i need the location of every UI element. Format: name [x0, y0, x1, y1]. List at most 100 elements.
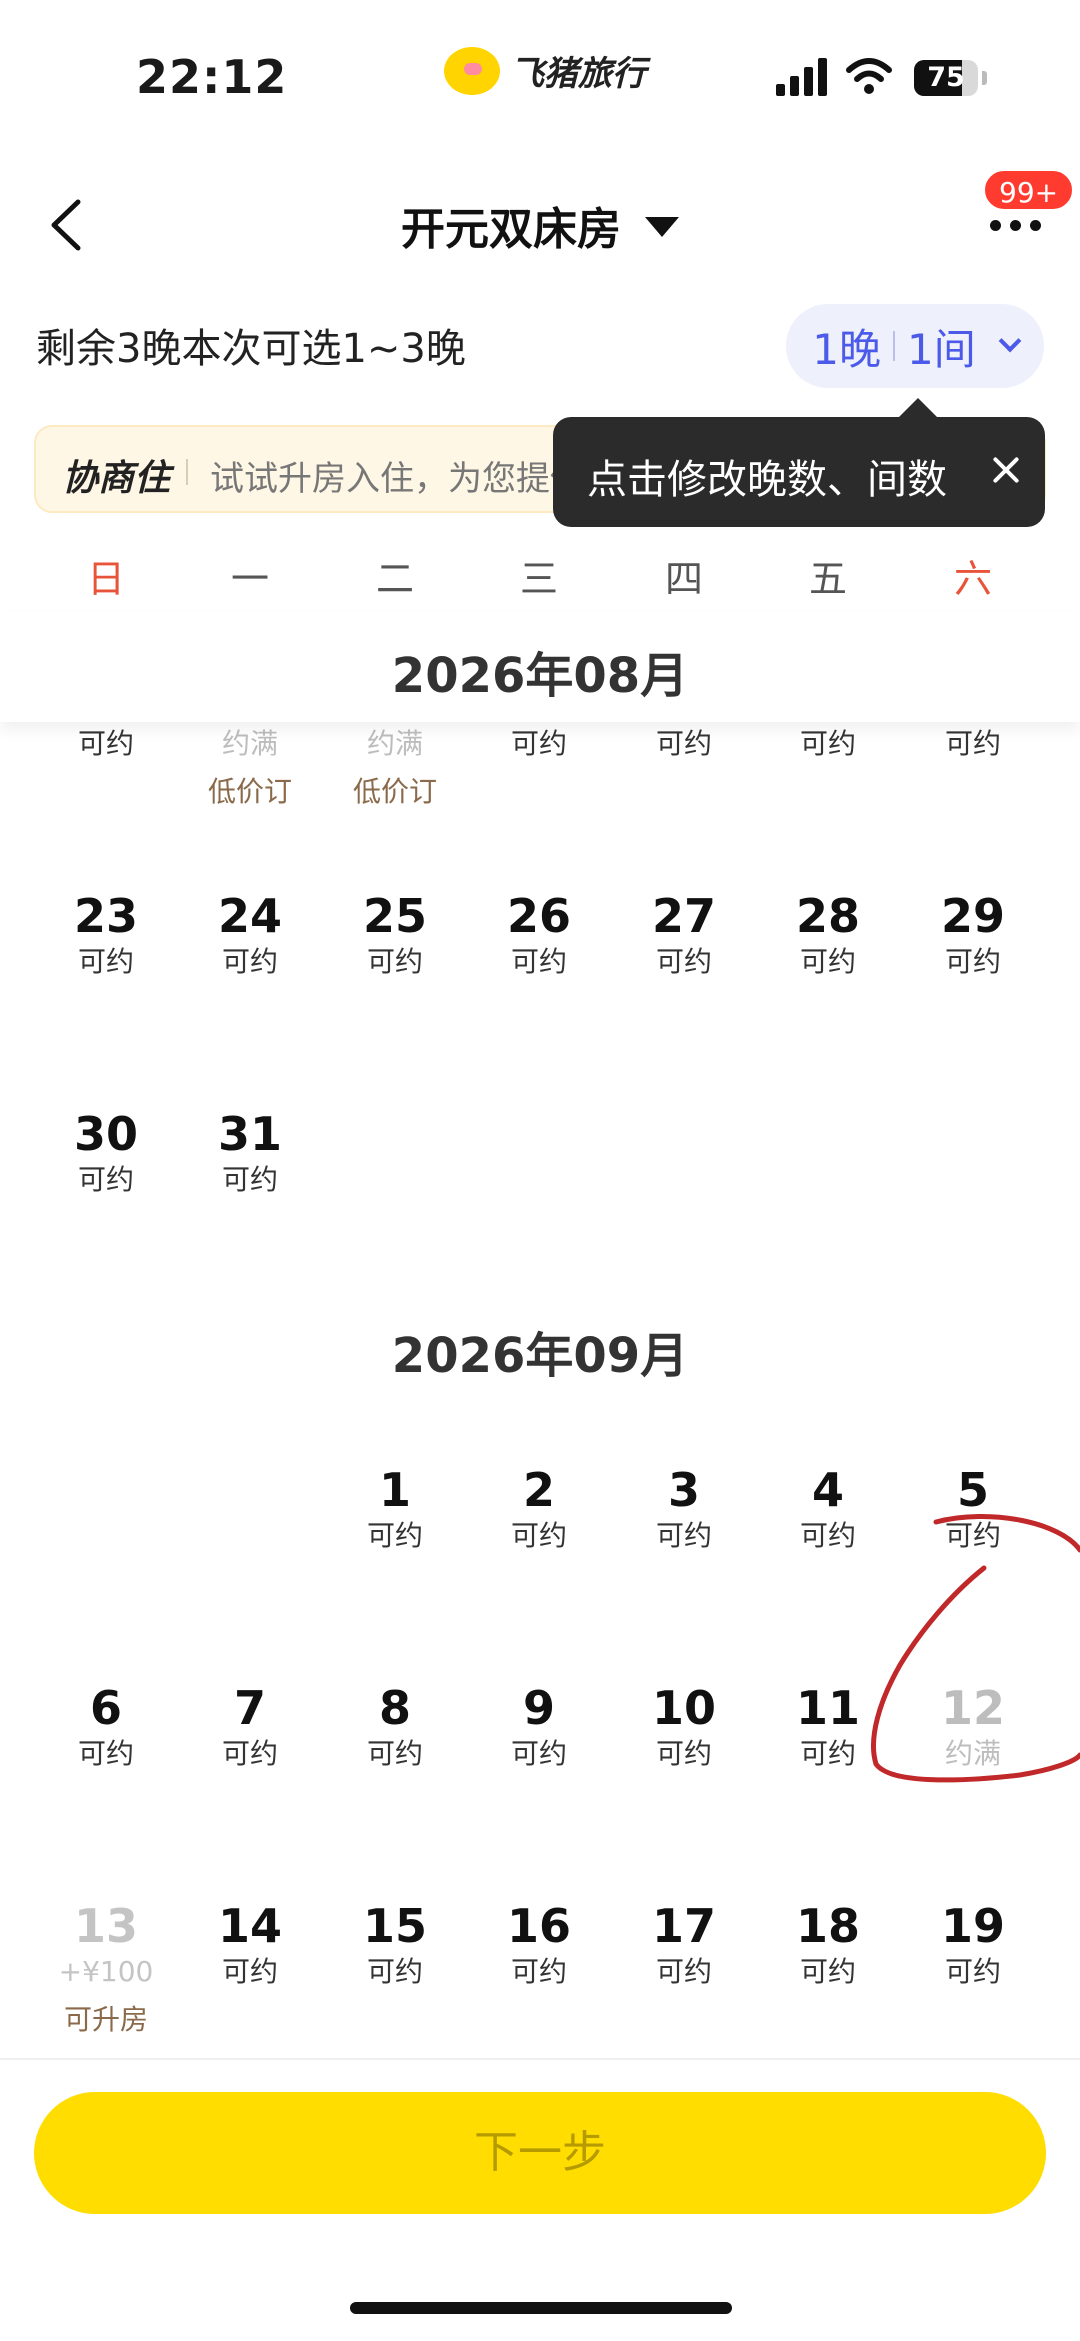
calendar-day[interactable]: 可约: [612, 726, 756, 762]
calendar-day[interactable]: 2 可约: [467, 1462, 611, 1554]
weekday-label: 日: [86, 557, 125, 601]
calendar-day[interactable]: 6 可约: [34, 1680, 178, 1772]
day-status: 可约: [221, 1955, 278, 1988]
weekday-label: 二: [375, 557, 414, 601]
day-status: 可约: [221, 945, 278, 978]
day-status: 约满: [221, 727, 278, 760]
more-dot-icon: [989, 219, 1001, 231]
calendar-day[interactable]: 5 可约: [901, 1462, 1045, 1554]
day-status: 可约: [221, 1737, 278, 1770]
day-number: 13: [73, 1899, 138, 1953]
day-status: 约满: [366, 727, 423, 760]
day-number: 15: [362, 1899, 427, 1953]
calendar-day[interactable]: 可约: [34, 726, 178, 762]
calendar-day[interactable]: 14 可约: [178, 1898, 322, 1990]
weekday-label: 三: [519, 557, 558, 601]
day-status: 可约: [944, 727, 1001, 760]
day-status: 可约: [221, 1163, 278, 1196]
calendar-day[interactable]: 可约: [467, 726, 611, 762]
day-status: 可约: [799, 1737, 856, 1770]
day-status: 可约: [510, 727, 567, 760]
calendar-day[interactable]: 可约: [901, 726, 1045, 762]
next-step-button[interactable]: 下一步: [34, 2092, 1046, 2214]
app-brand: 飞猪旅行: [444, 46, 646, 95]
calendar-day[interactable]: 17 可约: [612, 1898, 756, 1990]
day-status: 可约: [366, 1519, 423, 1552]
calendar-day[interactable]: 24 可约: [178, 888, 322, 980]
caret-down-icon[interactable]: [645, 217, 679, 237]
day-tag: 低价订: [207, 775, 292, 808]
day-status: 可约: [77, 1163, 134, 1196]
day-number: 14: [217, 1899, 282, 1953]
day-number: 12: [940, 1681, 1005, 1735]
day-status: 可约: [944, 945, 1001, 978]
calendar-day[interactable]: 可约: [756, 726, 900, 762]
month-title: 2026年09月: [391, 1328, 689, 1384]
day-status: 可约: [366, 945, 423, 978]
calendar-day[interactable]: 23 可约: [34, 888, 178, 980]
app-brand-name: 飞猪旅行: [510, 54, 646, 94]
weekday-header: 日一二三四五六: [0, 548, 1080, 608]
notification-badge: 99+: [982, 168, 1076, 212]
calendar-day[interactable]: 25 可约: [323, 888, 467, 980]
day-number: 23: [73, 889, 138, 943]
calendar-day[interactable]: 3 可约: [612, 1462, 756, 1554]
calendar-day[interactable]: 8 可约: [323, 1680, 467, 1772]
day-number: 19: [940, 1899, 1005, 1953]
day-number: 11: [795, 1681, 860, 1735]
day-status: 可约: [510, 1955, 567, 1988]
rooms-label: 1间: [907, 324, 976, 374]
day-status: 可约: [655, 1519, 712, 1552]
hint-tooltip: 点击修改晚数、间数: [553, 417, 1045, 527]
day-status: 可约: [655, 727, 712, 760]
calendar-day[interactable]: 29 可约: [901, 888, 1045, 980]
calendar-day[interactable]: 1 可约: [323, 1462, 467, 1554]
chevron-down-icon: [998, 329, 1022, 353]
calendar-day: 约满 低价订: [178, 726, 322, 812]
battery-icon: 75: [914, 60, 978, 96]
day-number: 5: [956, 1463, 989, 1517]
month-title: 2026年08月: [391, 648, 689, 704]
tooltip-text: 点击修改晚数、间数: [587, 457, 947, 503]
day-number: 27: [651, 889, 716, 943]
calendar-day[interactable]: 18 可约: [756, 1898, 900, 1990]
calendar-day[interactable]: 28 可约: [756, 888, 900, 980]
calendar-day[interactable]: 30 可约: [34, 1106, 178, 1198]
calendar-day[interactable]: 31 可约: [178, 1106, 322, 1198]
day-status: 可约: [799, 1519, 856, 1552]
calendar-day[interactable]: 15 可约: [323, 1898, 467, 1990]
day-number: 24: [217, 889, 282, 943]
calendar-day: 12 约满: [901, 1680, 1045, 1772]
day-tag: 低价订: [352, 775, 437, 808]
day-number: 18: [795, 1899, 860, 1953]
calendar-day[interactable]: 9 可约: [467, 1680, 611, 1772]
calendar-day[interactable]: 27 可约: [612, 888, 756, 980]
calendar-day[interactable]: 26 可约: [467, 888, 611, 980]
day-number: 8: [378, 1681, 411, 1735]
calendar-day[interactable]: 19 可约: [901, 1898, 1045, 1990]
day-status: 可约: [366, 1955, 423, 1988]
day-number: 1: [378, 1463, 411, 1517]
nights-label: 1晚: [812, 324, 881, 374]
nights-rooms-selector[interactable]: 1晚 1间: [786, 304, 1044, 388]
day-status: 可约: [510, 1737, 567, 1770]
calendar-day[interactable]: 10 可约: [612, 1680, 756, 1772]
calendar-day[interactable]: 16 可约: [467, 1898, 611, 1990]
weekday-label: 六: [953, 557, 992, 601]
sticky-month-header: 2026年08月: [0, 612, 1080, 722]
back-button[interactable]: [38, 190, 98, 260]
day-number: 29: [940, 889, 1005, 943]
day-status: 可约: [366, 1737, 423, 1770]
day-number: 10: [651, 1681, 716, 1735]
calendar-day: 13 +¥100 可升房: [34, 1898, 178, 2040]
page-title[interactable]: 开元双床房: [401, 193, 621, 257]
weekday-label: 四: [664, 557, 703, 601]
close-icon[interactable]: [983, 447, 1029, 493]
calendar-day[interactable]: 11 可约: [756, 1680, 900, 1772]
calendar-day[interactable]: 7 可约: [178, 1680, 322, 1772]
day-number: 2: [522, 1463, 555, 1517]
calendar-day[interactable]: 4 可约: [756, 1462, 900, 1554]
day-status: 约满: [944, 1737, 1001, 1770]
day-status: 可约: [944, 1955, 1001, 1988]
day-status: 可约: [799, 727, 856, 760]
